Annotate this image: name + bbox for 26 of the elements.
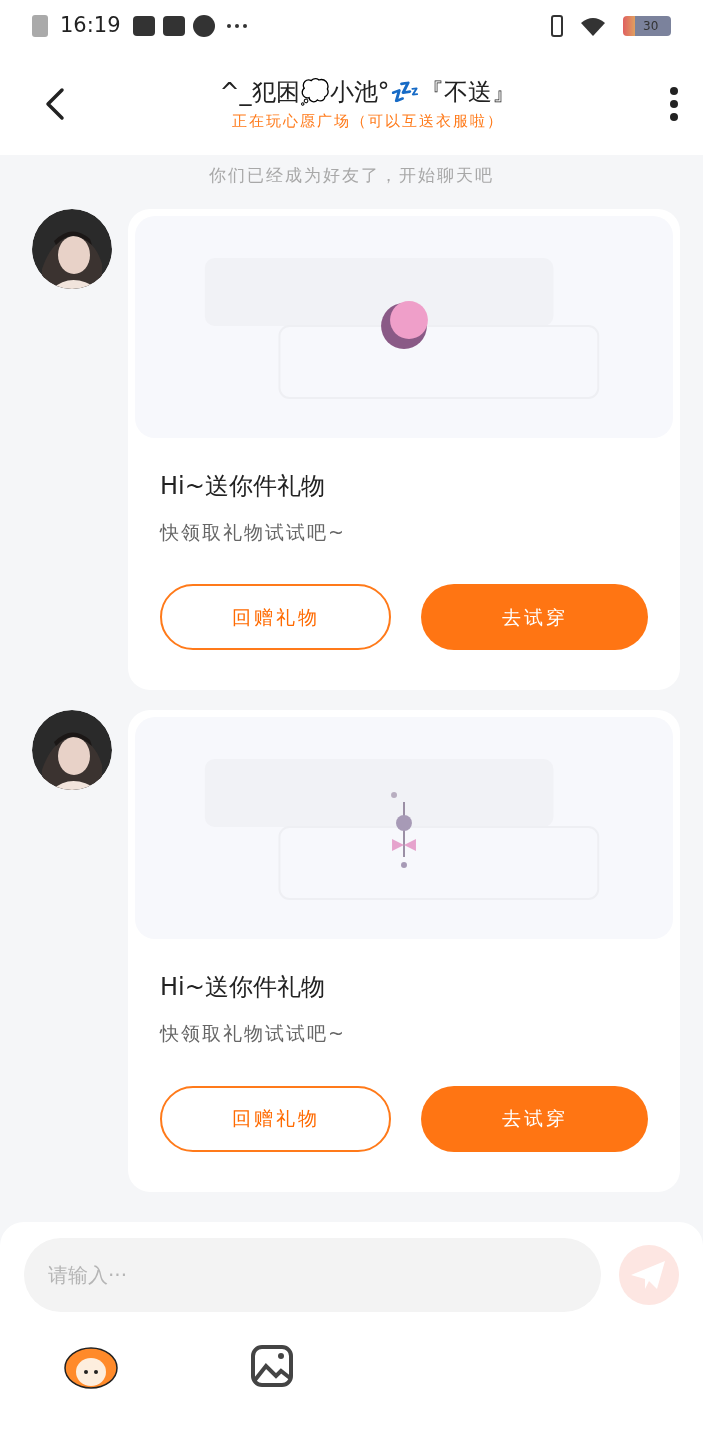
battery-level: 30	[643, 18, 659, 35]
try-on-button[interactable]: 去试穿	[421, 584, 648, 650]
more-icon	[226, 24, 247, 28]
gift-title: Hi~送你件礼物	[160, 972, 326, 1003]
message-input[interactable]: 请输入···	[24, 1238, 601, 1312]
clock: 16:19	[60, 12, 121, 40]
return-gift-button[interactable]: 回赠礼物	[160, 1085, 391, 1152]
notification-icon	[162, 16, 185, 36]
gift-title: Hi~送你件礼物	[160, 470, 326, 502]
return-gift-button[interactable]: 回赠礼物	[160, 584, 391, 650]
notification-icon	[132, 16, 155, 36]
status-subtitle: 正在玩心愿广场（可以互送衣服啦）	[231, 111, 504, 133]
chat-title: ^_犯困💭小池°💤『不送』	[219, 77, 516, 109]
wifi-icon	[579, 15, 607, 37]
vibrate-icon	[551, 15, 563, 37]
gift-message: 快领取礼物试试吧~	[160, 519, 347, 545]
image-icon[interactable]	[250, 1344, 294, 1388]
gift-message: 快领取礼物试试吧~	[160, 1021, 347, 1046]
avatar[interactable]	[32, 710, 112, 790]
back-icon[interactable]	[44, 86, 66, 121]
sim-icon	[32, 15, 48, 37]
avatar[interactable]	[32, 208, 112, 289]
more-icon[interactable]	[669, 85, 679, 122]
try-on-button[interactable]: 去试穿	[421, 1085, 648, 1152]
system-notice: 你们已经成为好友了，开始聊天吧	[209, 164, 494, 187]
notification-icon	[192, 15, 215, 37]
